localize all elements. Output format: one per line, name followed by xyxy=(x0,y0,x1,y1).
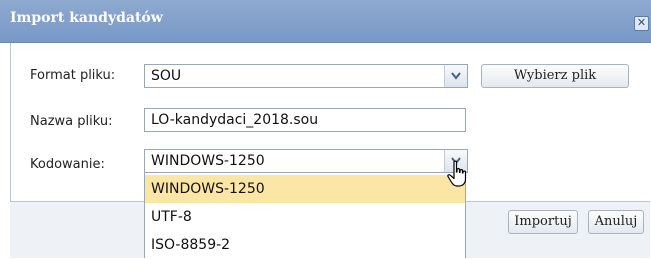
encoding-option[interactable]: ISO-8859-2 xyxy=(145,231,465,259)
encoding-option[interactable]: WINDOWS-1250 xyxy=(145,175,465,203)
close-icon[interactable]: ✕ xyxy=(634,16,649,31)
chevron-down-icon[interactable] xyxy=(444,65,467,87)
filename-field[interactable]: LO-kandydaci_2018.sou xyxy=(144,108,466,132)
format-label: Format pliku: xyxy=(30,68,116,83)
dialog-titlebar: Import kandydatów ✕ xyxy=(0,0,651,43)
format-select[interactable]: SOU xyxy=(144,64,468,88)
dialog-title: Import kandydatów xyxy=(10,10,163,26)
hand-pointer-icon xyxy=(447,160,467,187)
encoding-option[interactable]: UTF-8 xyxy=(145,203,465,231)
format-value: SOU xyxy=(151,68,182,84)
encoding-value: WINDOWS-1250 xyxy=(151,153,265,169)
encoding-label: Kodowanie: xyxy=(30,157,105,172)
encoding-select[interactable]: WINDOWS-1250 xyxy=(144,149,468,173)
import-button[interactable]: Importuj xyxy=(508,210,578,234)
import-dialog: Import kandydatów ✕ Format pliku: SOU Wy… xyxy=(0,0,651,258)
cancel-button[interactable]: Anuluj xyxy=(588,210,644,234)
choose-file-button[interactable]: Wybierz plik xyxy=(481,64,629,88)
encoding-dropdown-list: WINDOWS-1250 UTF-8 ISO-8859-2 xyxy=(144,172,466,258)
filename-label: Nazwa pliku: xyxy=(30,114,113,129)
